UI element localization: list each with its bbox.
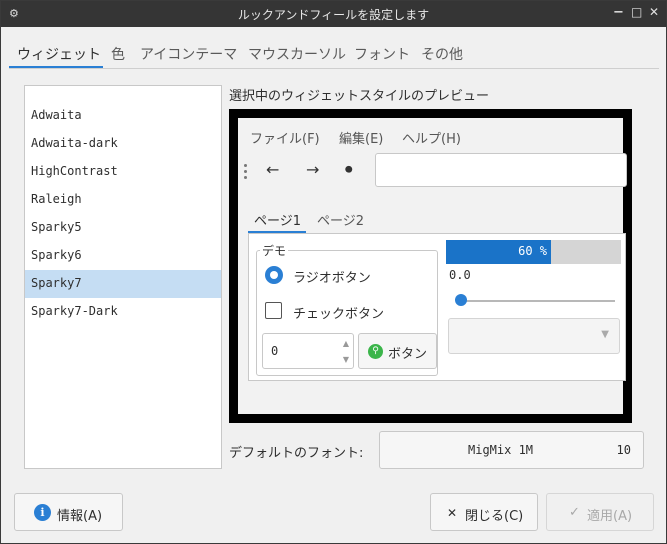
preview-notebook-page: デモ ラジオボタン チェックボタン 0 ▲ ▼ ⚲ ボタン 60 % 0.0 ▼ bbox=[248, 233, 626, 381]
scale-value: 0.0 bbox=[449, 268, 471, 282]
maximize-button[interactable]: □ bbox=[631, 5, 642, 19]
spin-down-icon[interactable]: ▼ bbox=[343, 355, 349, 364]
menu-help[interactable]: ヘルプ(H) bbox=[402, 128, 461, 147]
progress-fill: 60 % bbox=[446, 240, 551, 264]
demo-frame-label: デモ bbox=[260, 242, 289, 259]
close-x-icon: ✕ bbox=[447, 506, 458, 520]
preview-label: 選択中のウィジェットスタイルのプレビュー bbox=[229, 89, 490, 104]
font-size: 10 bbox=[616, 443, 631, 457]
check-label: チェックボタン bbox=[293, 307, 385, 322]
theme-item-sparky6[interactable]: Sparky6 bbox=[25, 242, 221, 270]
back-arrow-icon[interactable]: ← bbox=[266, 160, 279, 179]
close-window-button[interactable]: ✕ bbox=[649, 5, 659, 19]
about-button[interactable]: i 情報(A) bbox=[14, 493, 123, 531]
menu-file[interactable]: ファイル(F) bbox=[250, 128, 320, 147]
theme-item-raleigh[interactable]: Raleigh bbox=[25, 186, 221, 214]
demo-spin-button[interactable]: 0 ▲ ▼ bbox=[262, 333, 354, 369]
scale-slider-knob[interactable] bbox=[455, 294, 467, 306]
forward-arrow-icon[interactable]: → bbox=[306, 160, 319, 179]
page-tab-2[interactable]: ページ2 bbox=[317, 210, 364, 229]
page-tab-1[interactable]: ページ1 bbox=[254, 210, 301, 229]
search-icon: ⚲ bbox=[368, 344, 383, 359]
toolbar-grip-handle[interactable] bbox=[244, 164, 248, 182]
tab-font[interactable]: フォント bbox=[354, 44, 410, 64]
toolbar-entry[interactable] bbox=[375, 153, 627, 187]
tab-icon-theme[interactable]: アイコンテーマ bbox=[140, 44, 237, 64]
font-chooser-button[interactable]: MigMix 1M 10 bbox=[379, 431, 644, 469]
demo-frame: デモ ラジオボタン チェックボタン 0 ▲ ▼ ⚲ ボタン bbox=[256, 242, 438, 376]
chevron-down-icon: ▼ bbox=[601, 329, 609, 340]
demo-radio-button[interactable] bbox=[265, 266, 283, 284]
demo-check-button[interactable] bbox=[265, 302, 282, 319]
scale-track[interactable] bbox=[457, 300, 615, 302]
tab-widget[interactable]: ウィジェット bbox=[17, 44, 101, 64]
default-font-label: デフォルトのフォント: bbox=[229, 446, 364, 461]
progress-bar: 60 % bbox=[446, 240, 621, 264]
title-bar[interactable]: ⚙ ルックアンドフィールを設定します − □ ✕ bbox=[1, 1, 666, 27]
font-name: MigMix 1M bbox=[468, 443, 534, 457]
info-icon: i bbox=[34, 504, 51, 521]
theme-item-adwaita-dark[interactable]: Adwaita-dark bbox=[25, 130, 221, 158]
demo-button[interactable]: ⚲ ボタン bbox=[358, 333, 437, 369]
record-icon[interactable]: ⏺ bbox=[345, 160, 353, 178]
radio-label: ラジオボタン bbox=[293, 271, 371, 286]
apply-button[interactable]: ✓ 適用(A) bbox=[546, 493, 654, 531]
theme-item-sparky5[interactable]: Sparky5 bbox=[25, 214, 221, 242]
main-window: ⚙ ルックアンドフィールを設定します − □ ✕ ウィジェット 色 アイコンテー… bbox=[0, 0, 667, 544]
about-button-label: 情報(A) bbox=[57, 509, 103, 524]
demo-button-label: ボタン bbox=[388, 347, 428, 362]
preview-window: ファイル(F) 編集(E) ヘルプ(H) ← → ⏺ ページ1 ページ2 デモ … bbox=[238, 118, 627, 414]
apply-button-label: 適用(A) bbox=[587, 509, 633, 524]
preview-frame: ファイル(F) 編集(E) ヘルプ(H) ← → ⏺ ページ1 ページ2 デモ … bbox=[229, 109, 632, 423]
window-title: ルックアンドフィールを設定します bbox=[237, 8, 430, 22]
theme-item-sparky7[interactable]: Sparky7 bbox=[25, 270, 221, 298]
checkmark-icon: ✓ bbox=[569, 505, 580, 520]
minimize-button[interactable]: − bbox=[613, 5, 624, 20]
theme-item-highcontrast[interactable]: HighContrast bbox=[25, 158, 221, 186]
theme-item-sparky7-dark[interactable]: Sparky7-Dark bbox=[25, 298, 221, 326]
progress-text: 60 % bbox=[518, 244, 547, 258]
combo-box[interactable]: ▼ bbox=[448, 318, 620, 354]
tab-mouse-cursor[interactable]: マウスカーソル bbox=[248, 44, 346, 64]
spin-up-icon[interactable]: ▲ bbox=[343, 339, 349, 348]
close-button-label: 閉じる(C) bbox=[465, 509, 524, 524]
active-tab-indicator bbox=[9, 66, 103, 68]
theme-list: Adwaita Adwaita-dark HighContrast Raleig… bbox=[24, 85, 222, 469]
widget-panel: Adwaita Adwaita-dark HighContrast Raleig… bbox=[9, 69, 659, 483]
close-button[interactable]: ✕ 閉じる(C) bbox=[430, 493, 538, 531]
spin-value: 0 bbox=[271, 344, 279, 358]
tab-color[interactable]: 色 bbox=[111, 44, 125, 64]
theme-item-adwaita[interactable]: Adwaita bbox=[25, 102, 221, 130]
tab-other[interactable]: その他 bbox=[421, 44, 463, 64]
menu-edit[interactable]: 編集(E) bbox=[339, 128, 383, 147]
tab-bar: ウィジェット 色 アイコンテーマ マウスカーソル フォント その他 bbox=[9, 39, 659, 69]
